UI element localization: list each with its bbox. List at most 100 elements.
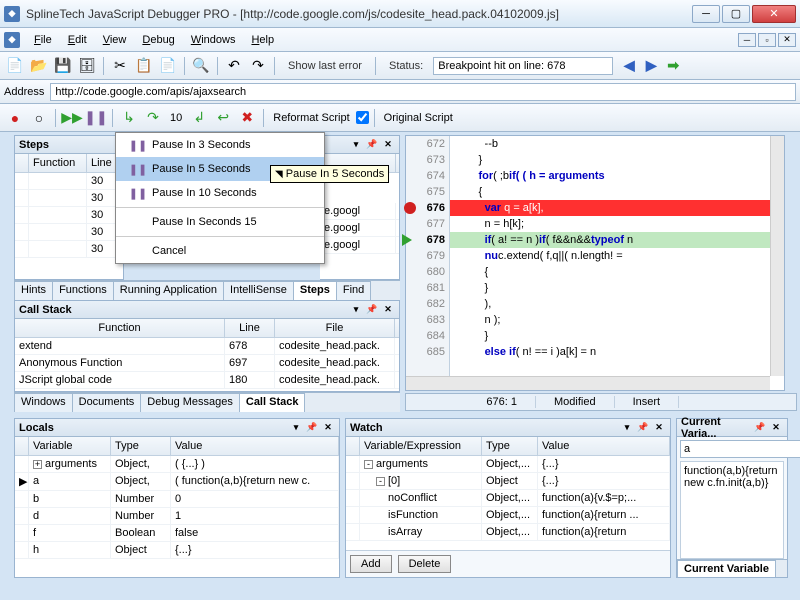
- status-value-field[interactable]: [433, 57, 613, 75]
- pause-menu-item[interactable]: ❚❚Pause In 10 Seconds: [116, 181, 324, 205]
- code-line[interactable]: }: [450, 328, 770, 344]
- locals-row[interactable]: fBooleanfalse: [15, 525, 339, 542]
- menu-view[interactable]: View: [95, 31, 135, 49]
- copy-icon[interactable]: 📋: [133, 55, 155, 77]
- tree-expander-icon[interactable]: +: [33, 460, 42, 469]
- steps-close-icon[interactable]: ✕: [381, 138, 395, 152]
- reformat-script-checkbox[interactable]: [356, 111, 369, 124]
- menu-file[interactable]: File: [26, 31, 60, 49]
- watch-delete-button[interactable]: Delete: [398, 555, 452, 573]
- steps-row[interactable]: 30: [15, 173, 123, 190]
- locals-row[interactable]: ▶aObject,( function(a,b){return new c.: [15, 473, 339, 491]
- tab-find[interactable]: Find: [336, 281, 371, 300]
- tab-windows[interactable]: Windows: [14, 393, 73, 412]
- callstack-dropdown-icon[interactable]: ▾: [349, 303, 363, 317]
- nav-forward-icon[interactable]: ▶: [641, 57, 661, 75]
- steps-dropdown-icon[interactable]: ▾: [349, 138, 363, 152]
- callstack-row[interactable]: JScript global code180codesite_head.pack…: [15, 372, 399, 389]
- code-line[interactable]: else if( n! == i )a[k] = n: [450, 344, 770, 360]
- watch-row[interactable]: isArrayObject,...function(a){return: [346, 524, 670, 541]
- callstack-close-icon[interactable]: ✕: [381, 303, 395, 317]
- nav-go-icon[interactable]: ➡: [663, 57, 683, 75]
- line-number-gutter[interactable]: 6726736746756766776786796806816826836846…: [406, 136, 450, 376]
- code-line[interactable]: ),: [450, 296, 770, 312]
- code-line[interactable]: n );: [450, 312, 770, 328]
- code-editor[interactable]: 6726736746756766776786796806816826836846…: [405, 135, 785, 391]
- locals-row[interactable]: bNumber0: [15, 491, 339, 508]
- code-line[interactable]: n = h[k];: [450, 216, 770, 232]
- code-line[interactable]: }: [450, 152, 770, 168]
- step-over-icon[interactable]: ↷: [142, 107, 164, 129]
- menu-windows[interactable]: Windows: [183, 31, 244, 49]
- tab-call-stack[interactable]: Call Stack: [239, 393, 306, 412]
- open-icon[interactable]: 📂: [28, 55, 50, 77]
- nav-back-icon[interactable]: ◀: [619, 57, 639, 75]
- watch-close-icon[interactable]: ✕: [652, 421, 666, 435]
- locals-row[interactable]: dNumber1: [15, 508, 339, 525]
- steps-pin-icon[interactable]: 📌: [365, 138, 379, 152]
- pause-menu-item[interactable]: ❚❚Pause In 3 Seconds: [116, 133, 324, 157]
- tree-expander-icon[interactable]: -: [376, 477, 385, 486]
- step-into-icon[interactable]: ↳: [118, 107, 140, 129]
- locals-col-type[interactable]: Type: [111, 437, 171, 455]
- locals-close-icon[interactable]: ✕: [321, 421, 335, 435]
- code-line[interactable]: {: [450, 264, 770, 280]
- code-line[interactable]: var q = a[k],: [450, 200, 770, 216]
- locals-pin-icon[interactable]: 📌: [305, 421, 319, 435]
- code-scrollbar-vertical[interactable]: [770, 136, 784, 376]
- show-last-error-button[interactable]: Show last error: [280, 60, 370, 72]
- mdi-restore-button[interactable]: ▫: [758, 33, 776, 47]
- save-icon[interactable]: 💾: [52, 55, 74, 77]
- pause-icon[interactable]: ❚❚: [85, 107, 107, 129]
- callstack-row[interactable]: Anonymous Function697codesite_head.pack.: [15, 355, 399, 372]
- pause-menu-item[interactable]: Cancel: [116, 239, 324, 263]
- currentvar-pin-icon[interactable]: 📌: [753, 421, 767, 435]
- minimize-button[interactable]: ─: [692, 5, 720, 23]
- tab-debug-messages[interactable]: Debug Messages: [140, 393, 240, 412]
- callstack-pin-icon[interactable]: 📌: [365, 303, 379, 317]
- watch-row[interactable]: -[0]Object{...}: [346, 473, 670, 490]
- menu-debug[interactable]: Debug: [134, 31, 182, 49]
- address-input[interactable]: [50, 83, 796, 101]
- app-menu-icon[interactable]: ◆: [4, 32, 20, 48]
- tab-hints[interactable]: Hints: [14, 281, 53, 300]
- mdi-minimize-button[interactable]: ─: [738, 33, 756, 47]
- steps-row[interactable]: 30: [15, 190, 123, 207]
- pause-menu-item[interactable]: Pause In Seconds 15: [116, 210, 324, 234]
- tab-current-variable[interactable]: Current Variable: [677, 560, 776, 577]
- currentvar-name-input[interactable]: [680, 440, 800, 458]
- locals-col-variable[interactable]: Variable: [29, 437, 111, 455]
- menu-edit[interactable]: Edit: [60, 31, 95, 49]
- breakpoint-marker[interactable]: [404, 202, 416, 214]
- locals-col-value[interactable]: Value: [171, 437, 339, 455]
- steps-file-row[interactable]: e.googl: [320, 237, 399, 254]
- callstack-row[interactable]: extend678codesite_head.pack.: [15, 338, 399, 355]
- mdi-close-button[interactable]: ✕: [778, 33, 796, 47]
- callstack-col-function[interactable]: Function: [15, 319, 225, 337]
- watch-row[interactable]: -argumentsObject,...{...}: [346, 456, 670, 473]
- tree-expander-icon[interactable]: -: [364, 460, 373, 469]
- breakpoint-toggle-icon[interactable]: ○: [28, 107, 50, 129]
- watch-col-expr[interactable]: Variable/Expression: [360, 437, 482, 455]
- locals-row[interactable]: +argumentsObject,( {...} ): [15, 456, 339, 473]
- tab-functions[interactable]: Functions: [52, 281, 114, 300]
- cut-icon[interactable]: ✂: [109, 55, 131, 77]
- steps-row[interactable]: 30: [15, 224, 123, 241]
- steps-file-row[interactable]: e.googl: [320, 220, 399, 237]
- record-icon[interactable]: ●: [4, 107, 26, 129]
- steps-row[interactable]: 30: [15, 207, 123, 224]
- watch-col-value[interactable]: Value: [538, 437, 670, 455]
- run-icon[interactable]: ▶▶: [61, 107, 83, 129]
- code-line[interactable]: }: [450, 280, 770, 296]
- redo-icon[interactable]: ↷: [247, 55, 269, 77]
- code-line[interactable]: {: [450, 184, 770, 200]
- locals-dropdown-icon[interactable]: ▾: [289, 421, 303, 435]
- code-line[interactable]: for( ;bif( ( h = arguments: [450, 168, 770, 184]
- callstack-col-line[interactable]: Line: [225, 319, 275, 337]
- code-scrollbar-horizontal[interactable]: [406, 376, 770, 390]
- steps-row[interactable]: 30: [15, 241, 123, 258]
- tab-steps[interactable]: Steps: [293, 281, 337, 300]
- close-button[interactable]: ✕: [752, 5, 796, 23]
- watch-add-button[interactable]: Add: [350, 555, 392, 573]
- watch-col-type[interactable]: Type: [482, 437, 538, 455]
